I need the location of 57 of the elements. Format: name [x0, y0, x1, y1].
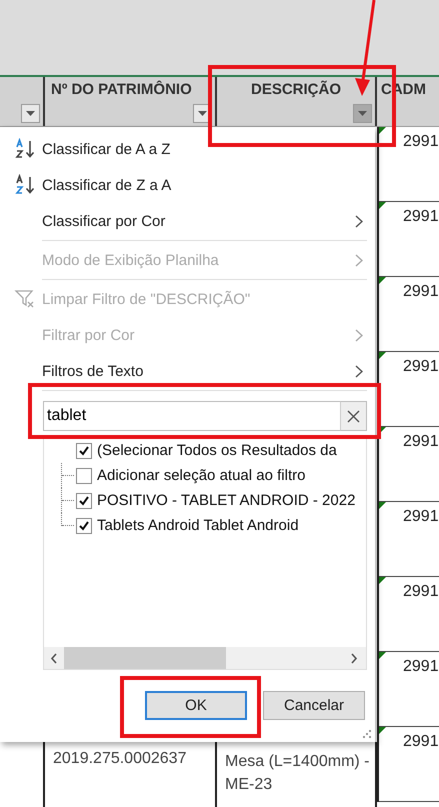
dialog-button[interactable]: Cancelar: [263, 691, 365, 720]
scroll-right-icon[interactable]: [350, 652, 358, 664]
checkbox[interactable]: [76, 468, 92, 484]
column-title: DESCRIÇÃO: [250, 81, 341, 100]
cell-text: 2991: [403, 283, 439, 300]
menu-label: Filtros de Texto: [42, 362, 144, 380]
list-item-label: (Selecionar Todos os Resultados da: [97, 442, 337, 459]
cell-text: 2991: [403, 658, 439, 675]
cell-text: Mesa (L=1400mm) - ME-23: [225, 752, 370, 796]
menu-label: Limpar Filtro de "DESCRIÇÃO": [42, 290, 252, 308]
comment-indicator-icon: [379, 727, 386, 734]
horizontal-scrollbar[interactable]: [44, 647, 366, 669]
checkmark-icon: [78, 494, 90, 506]
list-item-label: Tablets Android Tablet Android: [97, 517, 299, 534]
caret-icon: [358, 111, 367, 116]
search-field[interactable]: tablet: [43, 401, 340, 431]
cell-text: 2991: [403, 133, 439, 150]
caret-icon: [198, 111, 207, 116]
scroll-left-icon[interactable]: [50, 652, 58, 664]
menu-label: Filtrar por Cor: [42, 326, 136, 344]
comment-indicator-icon: [379, 277, 386, 284]
checkbox[interactable]: [76, 492, 92, 508]
clear-search-button[interactable]: [340, 401, 367, 431]
comment-indicator-icon: [379, 577, 386, 584]
comment-indicator-icon: [379, 352, 386, 359]
list-item-label: Adicionar seleção atual ao filtro: [97, 467, 306, 484]
cell-text: 2991: [403, 433, 439, 450]
comment-indicator-icon: [379, 202, 386, 209]
cell-text: 2991: [403, 208, 439, 225]
checkbox[interactable]: [76, 442, 92, 458]
menu-label: Classificar por Cor: [42, 212, 166, 230]
filter-dropdown-button[interactable]: [353, 104, 372, 123]
menu-label: Modo de Exibição Planilha: [42, 252, 220, 268]
comment-indicator-icon: [379, 652, 386, 659]
menu-item[interactable]: Classificar de Z a A: [0, 167, 375, 203]
cell-text: 2991: [403, 733, 439, 750]
menu-item[interactable]: Classificar por Cor: [0, 203, 375, 239]
close-icon: [347, 410, 360, 422]
filter-dropdown-button[interactable]: [21, 104, 40, 123]
resize-grip-icon[interactable]: [363, 730, 372, 739]
menu-label: Classificar de Z a A: [42, 176, 172, 194]
cell-text: 2991: [403, 358, 439, 375]
caret-icon: [26, 111, 35, 116]
dialog-button[interactable]: OK: [145, 691, 247, 720]
scrollbar-thumb[interactable]: [64, 647, 226, 669]
cell-text: 2991: [403, 583, 439, 600]
checkmark-icon: [78, 520, 90, 532]
list-item-label: POSITIVO - TABLET ANDROID - 2022: [97, 492, 356, 509]
column-title: Nº DO PATRIMÔNIO: [51, 81, 192, 100]
menu-item[interactable]: Filtros de Texto: [0, 353, 375, 389]
cell-text: 2991: [403, 508, 439, 525]
menu-item[interactable]: Classificar de A a Z: [0, 131, 375, 167]
checkbox[interactable]: [76, 518, 92, 534]
menu-label: Classificar de A a Z: [42, 140, 172, 158]
checkmark-icon: [78, 444, 90, 456]
comment-indicator-icon: [379, 502, 386, 509]
cell-text: 2019.275.0002637: [53, 750, 186, 767]
